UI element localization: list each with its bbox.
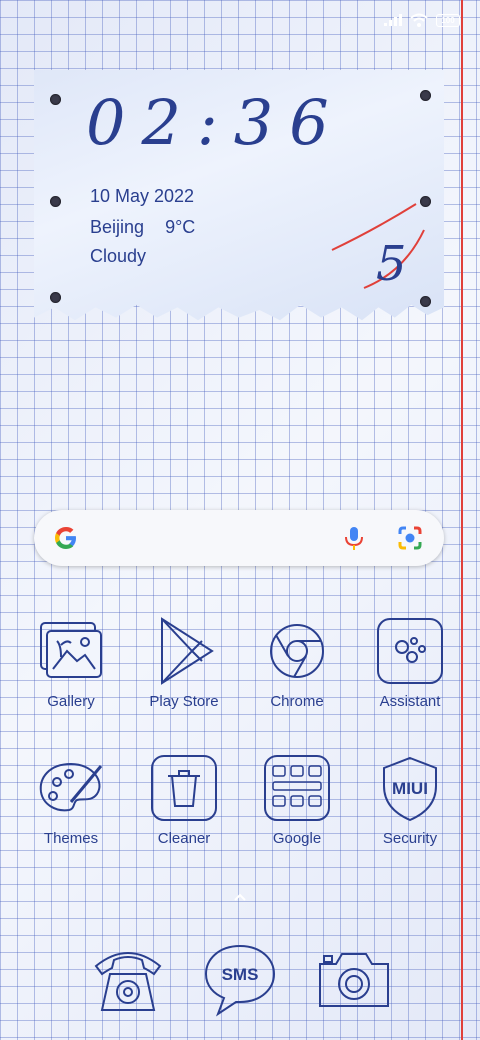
assistant-icon [377,618,443,684]
status-bar: 100 [384,0,460,40]
app-gallery[interactable]: Gallery [15,615,127,710]
camera-icon [319,953,389,1007]
app-label: Cleaner [157,830,211,847]
app-play-store[interactable]: Play Store [128,615,240,710]
clock-time[interactable]: 02:36 [86,86,345,159]
app-cleaner[interactable]: Cleaner [128,752,240,847]
chrome-icon [270,624,324,678]
dock-camera[interactable] [314,940,394,1020]
lens-icon[interactable] [396,524,424,552]
handwritten-mark-text: 5 [376,236,407,290]
battery-indicator: 100 [436,13,460,27]
paper-hole [420,296,431,307]
clock-weather-widget[interactable]: 02:36 10 May 2022 Beijing 9°C Cloudy 5 [34,70,444,321]
sms-text: SMS [222,965,259,984]
app-label: Chrome [270,693,324,710]
paper-hole [420,90,431,101]
google-g-icon [55,527,76,549]
weather-condition: Cloudy [90,246,147,266]
app-chrome[interactable]: Chrome [241,615,353,710]
sms-icon: SMS [204,944,276,1017]
app-google-folder[interactable]: Google [241,752,353,847]
city-text: Beijing [90,217,145,237]
dock-phone[interactable] [88,940,168,1020]
wifi-icon [410,13,428,27]
google-folder-icon [264,755,330,821]
security-icon: MIUI [383,756,437,822]
phone-icon [94,952,162,1011]
security-badge-text: MIUI [392,779,428,798]
weather-location: Beijing 9°C [90,217,195,238]
temperature-text: 9°C [165,217,196,237]
date-text: 10 May 2022 [90,186,195,206]
app-security[interactable]: MIUI Security [354,752,466,847]
paper-hole [50,292,61,303]
themes-icon [39,762,103,812]
gallery-icon [40,622,102,678]
app-assistant[interactable]: Assistant [354,615,466,710]
app-label: Themes [43,830,99,847]
handwritten-mark-icon: 5 [331,203,425,290]
paper-hole [50,94,61,105]
dock-sms[interactable]: SMS [200,940,280,1020]
cleaner-icon [151,755,217,821]
app-label: Security [382,830,438,847]
notebook-margin-line [461,0,463,1040]
app-themes[interactable]: Themes [15,752,127,847]
app-label: Google [272,830,322,847]
app-label: Play Store [149,693,219,710]
signal-icon [384,14,402,26]
play-store-icon [161,617,214,685]
app-label: Assistant [379,693,441,710]
app-label: Gallery [47,693,95,710]
page-indicator-icon[interactable] [234,893,246,901]
paper-hole [50,196,61,207]
google-search-bar[interactable] [34,510,444,566]
mic-icon[interactable] [340,524,368,552]
